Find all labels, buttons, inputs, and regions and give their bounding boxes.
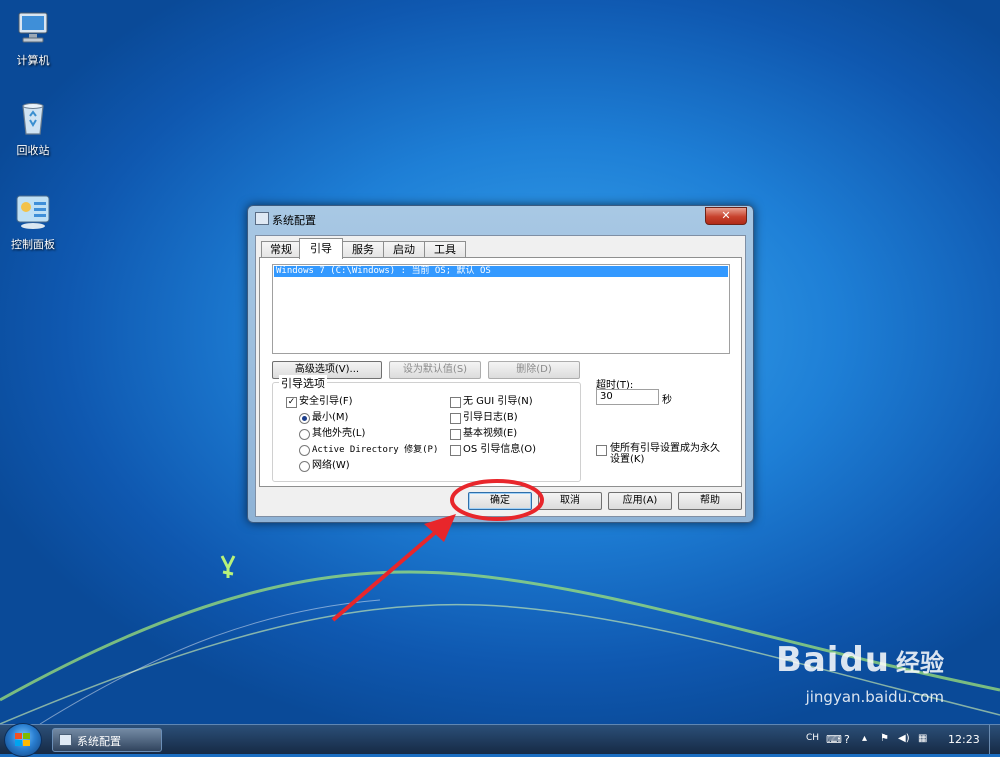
desktop-icon-control-panel[interactable]: 控制面板 [0,192,66,252]
speaker-icon[interactable]: ◀) [898,733,910,744]
windows-logo-icon [15,733,30,746]
ok-button[interactable]: 确定 [468,492,532,510]
close-icon: ✕ [721,209,731,222]
boot-log-checkbox[interactable] [450,413,461,424]
minimal-label: 最小(M) [312,412,349,423]
help-button[interactable]: 帮助 [678,492,742,510]
timeout-unit: 秒 [662,395,672,406]
safe-boot-label: 安全引导(F) [299,396,353,407]
desktop-icon-recycle-bin[interactable]: 回收站 [0,98,66,158]
network-icon[interactable]: ▦ [918,733,927,744]
timeout-input[interactable]: 30 [596,389,659,405]
watermark-url: jingyan.baidu.com [805,688,944,706]
apply-button[interactable]: 应用(A) [608,492,672,510]
tab-services[interactable]: 服务 [342,241,384,258]
make-permanent-label-line2: 设置(K) [610,454,645,465]
base-video-checkbox[interactable] [450,429,461,440]
no-gui-boot-checkbox[interactable] [450,397,461,408]
boot-log-label: 引导日志(B) [463,412,518,423]
tab-tools[interactable]: 工具 [424,241,466,258]
taskbar-item-label: 系统配置 [77,735,121,748]
no-gui-boot-label: 无 GUI 引导(N) [463,396,533,407]
taskbar: 系统配置 CH ⌨ ? ▴ ⚑ ◀) ▦ 12:23 [0,723,1000,757]
clock[interactable]: 12:23 [948,733,980,746]
recycle-bin-icon [13,98,53,138]
desktop-icon-computer[interactable]: 计算机 [0,8,66,68]
language-indicator[interactable]: CH [806,733,819,743]
tab-startup[interactable]: 启动 [383,241,425,258]
ad-repair-label: Active Directory 修复(P) [312,445,439,455]
watermark-brand: Baidu [775,640,890,680]
cancel-button[interactable]: 取消 [538,492,602,510]
watermark-cn: 经验 [896,649,944,677]
flag-icon[interactable]: ⚑ [880,733,889,744]
desktop-icon-label: 回收站 [16,144,50,157]
network-radio[interactable] [299,461,310,472]
minimal-radio[interactable] [299,413,310,424]
base-video-label: 基本视频(E) [463,428,518,439]
os-boot-info-label: OS 引导信息(O) [463,444,537,455]
close-button[interactable]: ✕ [705,207,747,225]
msconfig-icon [255,212,269,225]
wallpaper-leaf [220,555,236,578]
control-panel-icon [13,192,53,232]
safe-boot-checkbox[interactable]: ✓ [286,397,297,408]
computer-icon [13,8,53,48]
alternate-shell-radio[interactable] [299,429,310,440]
ad-repair-radio[interactable] [299,445,310,456]
set-default-button[interactable]: 设为默认值(S) [389,361,481,379]
baidu-jingyan-watermark: Baidu 经验 jingyan.baidu.com [775,640,944,706]
os-list-item[interactable]: Windows 7 (C:\Windows) : 当前 OS; 默认 OS [274,266,728,277]
taskbar-item-system-config[interactable]: 系统配置 [52,728,162,752]
boot-options-group: 引导选项 ✓ 安全引导(F) 最小(M) 其他外壳(L) Active Dire… [272,375,581,482]
make-permanent-checkbox[interactable] [596,445,607,456]
show-desktop-button[interactable] [989,725,1000,754]
boot-options-label: 引导选项 [279,375,327,391]
os-list[interactable]: Windows 7 (C:\Windows) : 当前 OS; 默认 OS [272,264,730,354]
desktop-icon-label: 计算机 [16,54,50,67]
help-icon[interactable]: ? [844,733,850,746]
system-config-dialog: 系统配置 ✕ 常规 引导 服务 启动 工具 Windows 7 (C:\Wind… [247,205,754,523]
start-button[interactable] [4,723,42,757]
dialog-titlebar[interactable]: 系统配置 ✕ [248,206,753,230]
tab-boot[interactable]: 引导 [299,238,343,259]
system-tray: CH ⌨ ? ▴ ⚑ ◀) ▦ 12:23 [800,725,1000,754]
dialog-title: 系统配置 [272,214,316,227]
keyboard-icon[interactable]: ⌨ [826,733,842,746]
boot-tab-panel: Windows 7 (C:\Windows) : 当前 OS; 默认 OS 高级… [259,257,742,487]
msconfig-icon [59,734,72,746]
network-label: 网络(W) [312,460,350,471]
chevron-up-icon[interactable]: ▴ [862,733,867,744]
dialog-client: 常规 引导 服务 启动 工具 Windows 7 (C:\Windows) : … [255,235,746,517]
os-boot-info-checkbox[interactable] [450,445,461,456]
alternate-shell-label: 其他外壳(L) [312,428,366,439]
desktop-icon-label: 控制面板 [11,238,55,251]
delete-button[interactable]: 删除(D) [488,361,580,379]
tab-general[interactable]: 常规 [261,241,301,258]
check-icon: ✓ [287,397,296,407]
